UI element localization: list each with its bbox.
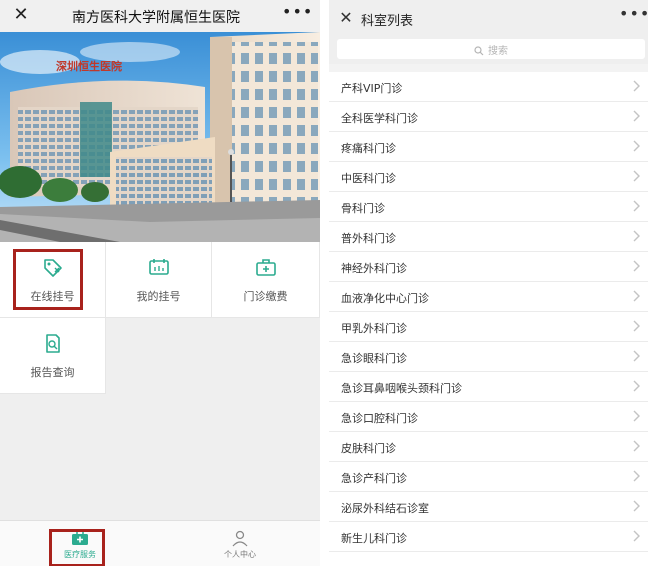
chevron-right-icon xyxy=(633,440,640,452)
department-name: 中医科门诊 xyxy=(341,172,396,185)
chevron-right-icon xyxy=(633,110,640,122)
chevron-right-icon xyxy=(633,140,640,152)
report-search-icon xyxy=(45,334,60,353)
department-name: 普外科门诊 xyxy=(341,232,396,245)
grid-item-label: 我的挂号 xyxy=(136,290,181,303)
department-name: 急诊产科门诊 xyxy=(341,472,407,485)
register-card-icon xyxy=(148,259,169,275)
highlight-box xyxy=(49,529,105,566)
hospital-sign: 深圳恒生医院 xyxy=(56,59,122,73)
list-item[interactable]: 神经外科门诊 xyxy=(329,252,648,282)
bottom-tab-bar: 医疗服务 个人中心 xyxy=(0,520,320,566)
department-name: 新生儿科门诊 xyxy=(341,532,407,545)
list-item[interactable]: 新生儿科门诊 xyxy=(329,522,648,552)
department-name: 泌尿外科结石诊室 xyxy=(341,502,429,515)
department-name: 急诊眼科门诊 xyxy=(341,352,407,365)
screenshot-stage: ✕ 南方医科大学附属恒生医院 ••• 深圳恒生医院 在线挂号 我的挂号 门诊缴费… xyxy=(0,0,648,566)
list-item[interactable]: 甲乳外科门诊 xyxy=(329,312,648,342)
department-list: 产科VIP门诊 全科医学科门诊 疼痛科门诊 中医科门诊 骨科门诊 普外科门诊 神… xyxy=(329,72,648,566)
department-name: 神经外科门诊 xyxy=(341,262,407,275)
highlight-box xyxy=(13,249,83,310)
page-title: 科室列表 xyxy=(361,14,414,29)
list-item[interactable]: 皮肤科门诊 xyxy=(329,432,648,462)
more-dots-icon[interactable]: ••• xyxy=(619,4,648,23)
chevron-right-icon xyxy=(633,200,640,212)
list-item[interactable]: 疼痛科门诊 xyxy=(329,132,648,162)
list-item[interactable]: 急诊耳鼻咽喉头颈科门诊 xyxy=(329,372,648,402)
chevron-right-icon xyxy=(633,380,640,392)
list-item[interactable]: 全科医学科门诊 xyxy=(329,102,648,132)
chevron-right-icon xyxy=(633,230,640,242)
chevron-right-icon xyxy=(633,350,640,362)
chevron-right-icon xyxy=(633,290,640,302)
department-name: 急诊口腔科门诊 xyxy=(341,412,418,425)
right-phone-screen: ✕ 科室列表 ••• 搜索 产科VIP门诊 全科医学科门诊 疼痛科门诊 中医科门… xyxy=(329,0,648,566)
list-item[interactable]: 普外科门诊 xyxy=(329,222,648,252)
list-item[interactable]: 中医科门诊 xyxy=(329,162,648,192)
hospital-photo: 深圳恒生医院 xyxy=(0,32,320,242)
chevron-right-icon xyxy=(633,470,640,482)
list-item[interactable]: 骨科门诊 xyxy=(329,192,648,222)
chevron-right-icon xyxy=(633,500,640,512)
top-bar: ✕ 科室列表 ••• xyxy=(329,0,648,36)
search-placeholder-wrap: 搜索 xyxy=(337,42,645,57)
grid-item-label: 报告查询 xyxy=(30,366,75,379)
chevron-right-icon xyxy=(633,260,640,272)
department-name: 疼痛科门诊 xyxy=(341,142,396,155)
list-item[interactable]: 急诊口腔科门诊 xyxy=(329,402,648,432)
search-icon xyxy=(474,46,484,56)
department-name: 血液净化中心门诊 xyxy=(341,292,429,305)
list-item[interactable]: 产科VIP门诊 xyxy=(329,72,648,102)
user-icon xyxy=(232,530,248,547)
department-name: 全科医学科门诊 xyxy=(341,112,418,125)
hospital-banner: 深圳恒生医院 xyxy=(0,32,320,242)
grid-item-label: 门诊缴费 xyxy=(243,290,288,303)
left-phone-screen: ✕ 南方医科大学附属恒生医院 ••• 深圳恒生医院 在线挂号 我的挂号 门诊缴费… xyxy=(0,0,320,566)
list-item[interactable]: 泌尿外科结石诊室 xyxy=(329,492,648,522)
list-item[interactable]: 急诊眼科门诊 xyxy=(329,342,648,372)
close-icon[interactable]: ✕ xyxy=(12,5,30,25)
medical-kit-icon xyxy=(255,259,276,276)
list-item[interactable]: 血液净化中心门诊 xyxy=(329,282,648,312)
chevron-right-icon xyxy=(633,530,640,542)
department-name: 急诊耳鼻咽喉头颈科门诊 xyxy=(341,382,462,395)
department-name: 皮肤科门诊 xyxy=(341,442,396,455)
search-input[interactable]: 搜索 xyxy=(337,39,645,59)
close-icon[interactable]: ✕ xyxy=(337,8,355,27)
tab-label: 个人中心 xyxy=(224,550,256,559)
page-title: 南方医科大学附属恒生医院 xyxy=(72,10,240,26)
department-name: 骨科门诊 xyxy=(341,202,385,215)
chevron-right-icon xyxy=(633,320,640,332)
grid-item-report-query[interactable]: 报告查询 xyxy=(0,318,106,394)
search-placeholder: 搜索 xyxy=(488,46,508,57)
grid-item-outpatient-payment[interactable]: 门诊缴费 xyxy=(212,242,320,318)
chevron-right-icon xyxy=(633,80,640,92)
department-name: 甲乳外科门诊 xyxy=(341,322,407,335)
list-item[interactable]: 急诊产科门诊 xyxy=(329,462,648,492)
tab-personal-center[interactable]: 个人中心 xyxy=(160,521,320,566)
search-bar: 搜索 xyxy=(329,36,648,64)
chevron-right-icon xyxy=(633,410,640,422)
service-grid: 在线挂号 我的挂号 门诊缴费 报告查询 xyxy=(0,242,320,520)
department-name: 产科VIP门诊 xyxy=(341,82,403,95)
top-bar: ✕ 南方医科大学附属恒生医院 ••• xyxy=(0,0,320,32)
more-dots-icon[interactable]: ••• xyxy=(282,2,312,21)
chevron-right-icon xyxy=(633,170,640,182)
grid-item-my-register[interactable]: 我的挂号 xyxy=(106,242,212,318)
